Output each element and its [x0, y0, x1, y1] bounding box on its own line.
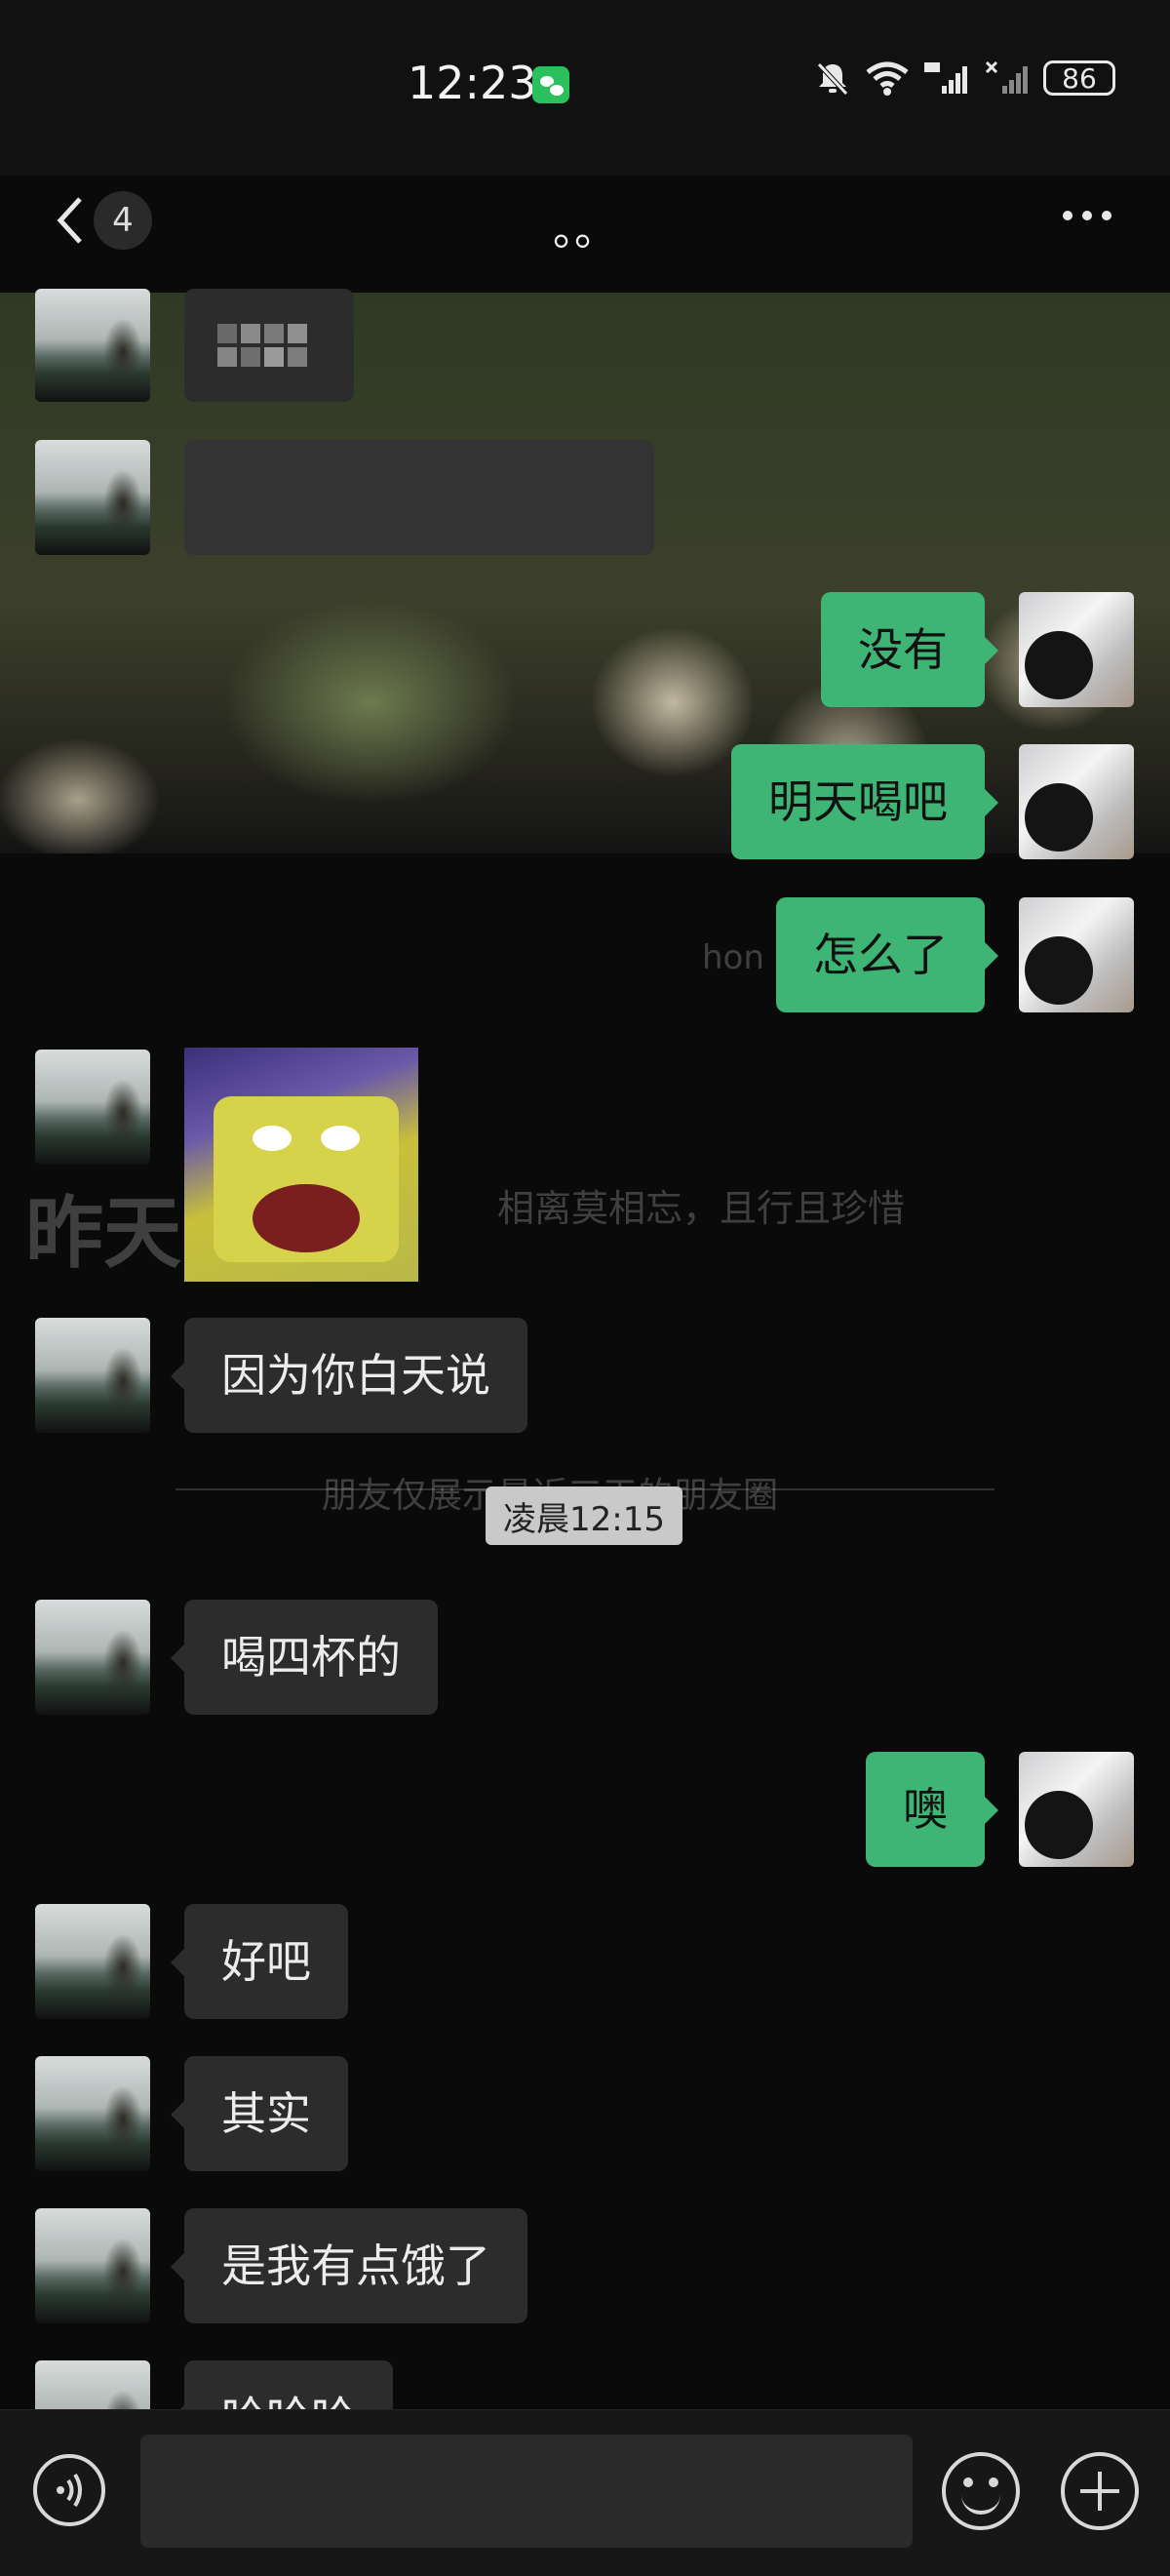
redacted-message-bubble[interactable] [184, 289, 354, 402]
signal-5g-icon [924, 62, 967, 94]
contact-avatar[interactable] [35, 289, 150, 402]
sent-message-bubble[interactable]: 怎么了 [776, 897, 998, 1012]
clock: 12:23 [408, 57, 537, 109]
received-message-bubble[interactable]: 好吧 [171, 1904, 348, 2019]
status-icons: 86 [813, 59, 1115, 98]
contact-avatar[interactable] [35, 2208, 150, 2323]
contact-avatar[interactable] [35, 1050, 150, 1165]
my-avatar[interactable] [1019, 1752, 1134, 1867]
my-avatar[interactable] [1019, 744, 1134, 859]
contact-avatar[interactable] [35, 1600, 150, 1715]
sent-message-bubble[interactable]: 噢 [866, 1752, 998, 1867]
contact-avatar[interactable] [35, 440, 150, 555]
status-bar: 12:23 86 [0, 0, 1170, 176]
message-input[interactable] [140, 2435, 913, 2548]
background-fragment-text: hon [702, 938, 764, 977]
more-icon[interactable] [1063, 211, 1112, 220]
my-avatar[interactable] [1019, 897, 1134, 1012]
chat-title: 。。 [553, 206, 617, 256]
my-avatar[interactable] [1019, 592, 1134, 707]
signal-no-sim-icon [985, 60, 1028, 94]
background-signature-text: 相离莫相忘，且行且珍惜 [497, 1187, 906, 1230]
contact-avatar[interactable] [35, 1904, 150, 2019]
mute-bell-icon [817, 62, 848, 96]
background-date-text: 昨天 [25, 1188, 181, 1279]
contact-avatar[interactable] [35, 2056, 150, 2171]
timestamp-label: 凌晨12:15 [486, 1486, 682, 1545]
voice-icon[interactable] [31, 2452, 107, 2528]
sent-message-bubble[interactable]: 没有 [821, 592, 998, 707]
spongebob-sticker[interactable] [184, 1048, 418, 1282]
battery-indicator: 86 [1043, 60, 1115, 96]
received-message-bubble[interactable]: 其实 [171, 2056, 348, 2171]
received-message-bubble[interactable]: 是我有点饿了 [171, 2208, 527, 2323]
wifi-icon [866, 61, 909, 96]
contact-avatar[interactable] [35, 1318, 150, 1433]
received-message-bubble[interactable]: 因为你白天说 [171, 1318, 527, 1433]
sent-message-bubble[interactable]: 明天喝吧 [731, 744, 998, 859]
redacted-message-bubble[interactable] [184, 440, 654, 555]
emoji-icon[interactable] [942, 2452, 1020, 2530]
received-message-bubble[interactable]: 喝四杯的 [171, 1600, 438, 1715]
chat-background-image [0, 293, 1170, 853]
plus-icon[interactable] [1061, 2452, 1139, 2530]
wechat-icon [532, 66, 569, 103]
